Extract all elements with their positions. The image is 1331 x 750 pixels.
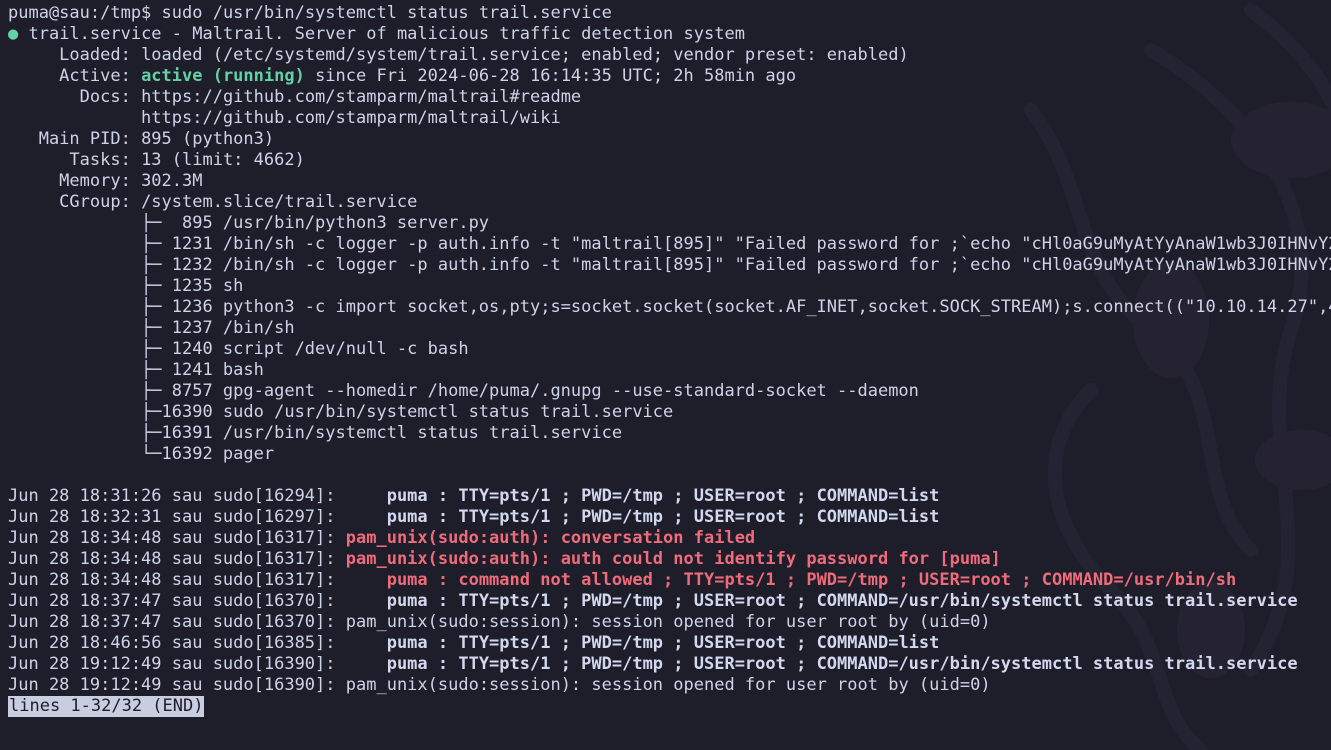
docs-line-2: https://github.com/stamparm/maltrail/wik…	[8, 108, 1331, 129]
service-title: trail.service - Maltrail. Server of mali…	[18, 24, 745, 44]
docs-label: Docs:	[8, 87, 142, 107]
cgroup-tree-item: ├─ 1241 bash	[8, 360, 264, 380]
log-prefix: Jun 28 18:34:48 sau sudo[16317]:	[8, 528, 346, 548]
cgroup-value: /system.slice/trail.service	[141, 192, 418, 212]
shell-prompt: puma@sau:/tmp$	[8, 3, 152, 23]
active-line: Active: active (running) since Fri 2024-…	[8, 66, 1331, 87]
cgroup-tree-item: ├─ 1232 /bin/sh -c logger -p auth.info -…	[8, 255, 1331, 275]
log-line: Jun 28 18:34:48 sau sudo[16317]: puma : …	[8, 570, 1331, 591]
pager-status: lines 1-32/32 (END)	[8, 696, 205, 717]
log-line: Jun 28 18:37:47 sau sudo[16370]: pam_uni…	[8, 612, 1331, 633]
active-since: since Fri 2024-06-28 16:14:35 UTC; 2h 58…	[304, 66, 797, 86]
log-body-error: pam_unix(sudo:auth): auth could not iden…	[345, 549, 1001, 569]
log-body: puma : TTY=pts/1 ; PWD=/tmp ; USER=root …	[345, 591, 1298, 611]
log-body: pam_unix(sudo:session): session opened f…	[345, 675, 991, 695]
memory-value: 302.3M	[141, 171, 203, 191]
mainpid-line: Main PID: 895 (python3)	[8, 129, 1331, 150]
cgroup-tree-item: ├─ 1235 sh	[8, 276, 244, 296]
shell-command: sudo /usr/bin/systemctl status trail.ser…	[151, 3, 612, 23]
log-prefix: Jun 28 18:37:47 sau sudo[16370]:	[8, 612, 346, 632]
log-line: Jun 28 18:34:48 sau sudo[16317]: pam_uni…	[8, 528, 1331, 549]
log-prefix: Jun 28 18:37:47 sau sudo[16370]:	[8, 591, 346, 611]
command-line: puma@sau:/tmp$ sudo /usr/bin/systemctl s…	[8, 3, 1331, 24]
log-prefix: Jun 28 18:34:48 sau sudo[16317]:	[8, 570, 346, 590]
tasks-value: 13 (limit: 4662)	[141, 150, 305, 170]
docs-url-readme[interactable]: https://github.com/stamparm/maltrail#rea…	[141, 87, 581, 107]
terminal-window[interactable]: puma@sau:/tmp$ sudo /usr/bin/systemctl s…	[8, 3, 1331, 729]
log-prefix: Jun 28 18:32:31 sau sudo[16297]:	[8, 507, 346, 527]
cgroup-tree-item: ├─ 1240 script /dev/null -c bash	[8, 339, 469, 359]
status-dot-icon: ●	[8, 24, 19, 44]
docs-url-wiki[interactable]: https://github.com/stamparm/maltrail/wik…	[8, 108, 561, 128]
pager-status-line: lines 1-32/32 (END)	[8, 696, 1331, 717]
log-body: puma : TTY=pts/1 ; PWD=/tmp ; USER=root …	[345, 486, 940, 506]
cgroup-tree-item: ├─16390 sudo /usr/bin/systemctl status t…	[8, 402, 674, 422]
log-line: Jun 28 18:34:48 sau sudo[16317]: pam_uni…	[8, 549, 1331, 570]
log-body: puma : TTY=pts/1 ; PWD=/tmp ; USER=root …	[345, 654, 1298, 674]
cgroup-tree-item: └─16392 pager	[8, 444, 275, 464]
mainpid-label: Main PID:	[8, 129, 142, 149]
log-body-error: puma : command not allowed ; TTY=pts/1 ;…	[345, 570, 1237, 590]
tasks-label: Tasks:	[8, 150, 142, 170]
log-prefix: Jun 28 19:12:49 sau sudo[16390]:	[8, 675, 346, 695]
log-body: puma : TTY=pts/1 ; PWD=/tmp ; USER=root …	[345, 507, 940, 527]
cgroup-tree-item: ├─ 895 /usr/bin/python3 server.py	[8, 213, 490, 233]
loaded-label: Loaded:	[8, 45, 142, 65]
log-body-error: pam_unix(sudo:auth): conversation failed	[345, 528, 756, 548]
cgroup-tree-item: ├─ 1236 python3 -c import socket,os,pty;…	[8, 297, 1331, 317]
log-line: Jun 28 18:31:26 sau sudo[16294]: puma : …	[8, 486, 1331, 507]
cgroup-label: CGroup:	[8, 192, 142, 212]
memory-label: Memory:	[8, 171, 142, 191]
loaded-line: Loaded: loaded (/etc/systemd/system/trai…	[8, 45, 1331, 66]
active-state: active (running)	[141, 66, 305, 86]
service-header: ● trail.service - Maltrail. Server of ma…	[8, 24, 1331, 45]
log-line: Jun 28 18:46:56 sau sudo[16385]: puma : …	[8, 633, 1331, 654]
cgroup-tree-item: ├─16391 /usr/bin/systemctl status trail.…	[8, 423, 623, 443]
log-prefix: Jun 28 18:31:26 sau sudo[16294]:	[8, 486, 346, 506]
memory-line: Memory: 302.3M	[8, 171, 1331, 192]
log-body: puma : TTY=pts/1 ; PWD=/tmp ; USER=root …	[345, 633, 940, 653]
tasks-line: Tasks: 13 (limit: 4662)	[8, 150, 1331, 171]
cgroup-tree-item: ├─ 1231 /bin/sh -c logger -p auth.info -…	[8, 234, 1331, 254]
log-line: Jun 28 19:12:49 sau sudo[16390]: pam_uni…	[8, 675, 1331, 696]
log-line: Jun 28 19:12:49 sau sudo[16390]: puma : …	[8, 654, 1331, 675]
log-body: pam_unix(sudo:session): session opened f…	[345, 612, 991, 632]
log-prefix: Jun 28 18:34:48 sau sudo[16317]:	[8, 549, 346, 569]
log-line: Jun 28 18:37:47 sau sudo[16370]: puma : …	[8, 591, 1331, 612]
active-label: Active:	[8, 66, 142, 86]
loaded-value: loaded (/etc/systemd/system/trail.servic…	[141, 45, 909, 65]
log-line: Jun 28 18:32:31 sau sudo[16297]: puma : …	[8, 507, 1331, 528]
log-prefix: Jun 28 19:12:49 sau sudo[16390]:	[8, 654, 346, 674]
cgroup-tree-item: ├─ 1237 /bin/sh	[8, 318, 295, 338]
log-prefix: Jun 28 18:46:56 sau sudo[16385]:	[8, 633, 346, 653]
docs-line: Docs: https://github.com/stamparm/maltra…	[8, 87, 1331, 108]
cgroup-tree-item: ├─ 8757 gpg-agent --homedir /home/puma/.…	[8, 381, 919, 401]
mainpid-value: 895 (python3)	[141, 129, 275, 149]
cgroup-line: CGroup: /system.slice/trail.service	[8, 192, 1331, 213]
